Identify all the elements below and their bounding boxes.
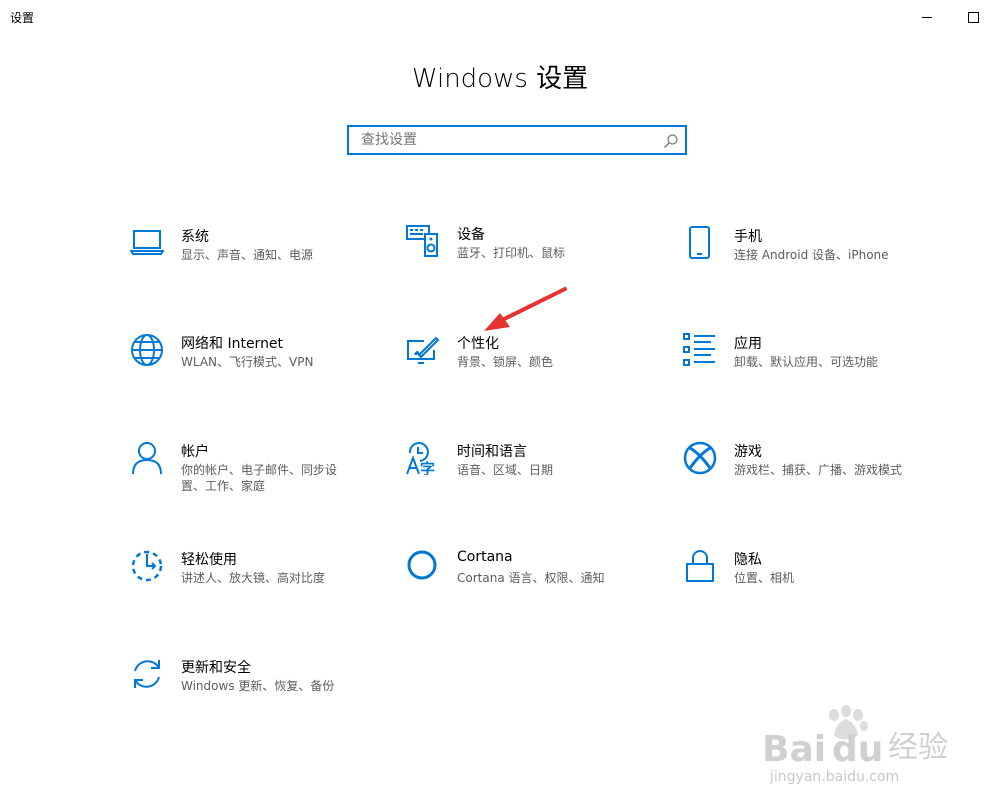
tile-description: 显示、声音、通知、电源 [181, 248, 314, 262]
tile-label: 个性化 [457, 336, 499, 352]
annotation-arrow [484, 287, 567, 331]
tile-description: Windows 更新、恢复、备份 [181, 679, 335, 693]
time-language-icon: 字 [406, 441, 440, 475]
tile-label: 隐私 [734, 552, 762, 568]
tile-system[interactable]: 系统 显示、声音、通知、电源 [130, 226, 370, 306]
tile-cortana[interactable]: Cortana Cortana 语言、权限、通知 [406, 549, 646, 629]
tile-time-language[interactable]: 字 时间和语言 语音、区域、日期 [406, 441, 646, 521]
tile-label: 更新和安全 [181, 660, 251, 676]
tile-label: 帐户 [181, 444, 209, 460]
tile-label: 系统 [181, 229, 209, 245]
tile-label: 时间和语言 [457, 444, 527, 460]
watermark-brand-2: du [832, 729, 883, 770]
baidu-watermark: Bai du 经验 jingyan.baidu.com [762, 705, 948, 785]
minimize-icon [922, 16, 932, 18]
tile-phone[interactable]: 手机 连接 Android 设备、iPhone [683, 226, 923, 306]
search-icon[interactable] [663, 133, 679, 149]
xbox-icon [683, 441, 717, 475]
tile-personalization[interactable]: 个性化 背景、锁屏、颜色 [406, 333, 646, 413]
tile-network[interactable]: 网络和 Internet WLAN、飞行模式、VPN [130, 333, 370, 413]
tile-description: 语音、区域、日期 [457, 463, 554, 477]
tile-apps[interactable]: 应用 卸载、默认应用、可选功能 [683, 333, 923, 413]
tile-ease-of-access[interactable]: 轻松使用 讲述人、放大镜、高对比度 [130, 549, 370, 629]
phone-icon [683, 226, 717, 260]
cortana-icon [406, 549, 440, 583]
tile-label: 手机 [734, 229, 762, 245]
watermark-brand: Bai [762, 729, 826, 770]
svg-text:字: 字 [420, 460, 435, 475]
watermark-suffix: 经验 [888, 730, 948, 765]
tile-gaming[interactable]: 游戏 游戏栏、捕获、广播、游戏模式 [683, 441, 923, 521]
tile-description: 背景、锁屏、颜色 [457, 355, 554, 369]
laptop-icon [130, 226, 164, 260]
globe-icon [130, 333, 164, 367]
search-input[interactable] [349, 127, 661, 153]
tile-description: Cortana 语言、权限、通知 [457, 571, 605, 585]
lock-icon [683, 549, 717, 583]
tile-description: 讲述人、放大镜、高对比度 [181, 571, 326, 585]
maximize-icon [967, 11, 979, 23]
tile-description: 卸载、默认应用、可选功能 [734, 355, 879, 369]
tile-description: 连接 Android 设备、iPhone [734, 248, 889, 262]
maximize-button[interactable] [950, 0, 996, 34]
tile-label: 设备 [457, 227, 485, 243]
tile-label: 应用 [734, 336, 762, 352]
tile-description: WLAN、飞行模式、VPN [181, 355, 314, 369]
page-title: Windows 设置 [411, 64, 589, 94]
tile-privacy[interactable]: 隐私 位置、相机 [683, 549, 923, 629]
tile-label: 游戏 [734, 444, 762, 460]
tile-accounts[interactable]: 帐户 你的帐户、电子邮件、同步设置、工作、家庭 [130, 441, 370, 521]
watermark-url: jingyan.baidu.com [769, 769, 899, 785]
window-title: 设置 [10, 11, 35, 25]
tile-update-security[interactable]: 更新和安全 Windows 更新、恢复、备份 [130, 657, 370, 737]
tile-description: 位置、相机 [734, 571, 795, 585]
tile-description: 蓝牙、打印机、鼠标 [457, 246, 566, 260]
tile-label: Cortana [457, 549, 513, 565]
tile-description: 你的帐户、电子邮件、同步设置、工作、家庭 [181, 463, 338, 493]
search-box[interactable] [347, 125, 687, 155]
title-bar: 设置 [0, 0, 1000, 34]
tile-label: 轻松使用 [181, 552, 237, 568]
app-list-icon [683, 333, 717, 367]
refresh-icon [130, 657, 164, 691]
pen-tablet-icon [406, 333, 440, 367]
person-icon [130, 441, 164, 475]
tile-label: 网络和 Internet [181, 336, 284, 352]
ease-of-access-icon [130, 549, 164, 583]
keyboard-speaker-icon [406, 224, 440, 258]
tile-description: 游戏栏、捕获、广播、游戏模式 [734, 463, 903, 477]
minimize-button[interactable] [904, 0, 950, 34]
